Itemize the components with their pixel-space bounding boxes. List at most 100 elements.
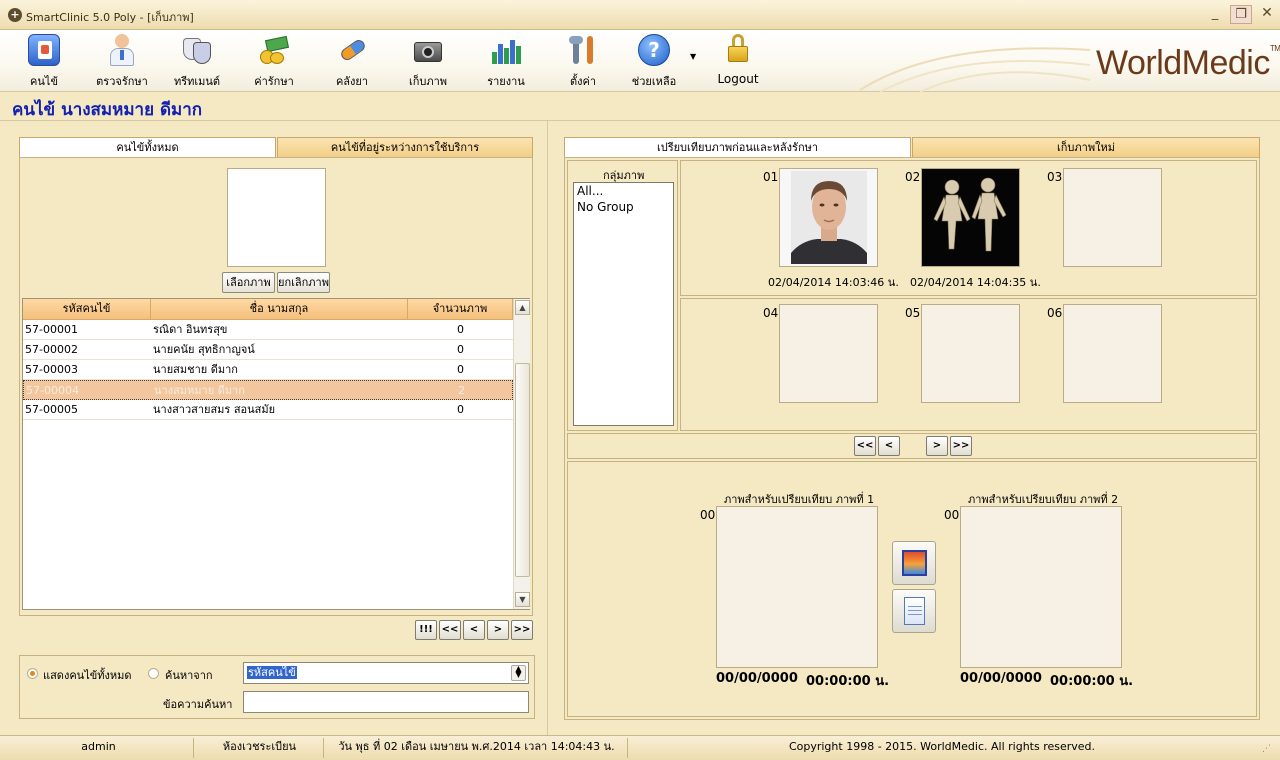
search-text-label: ข้อความค้นหา	[163, 698, 233, 711]
photo-last-button[interactable]: >>	[950, 436, 972, 456]
column-header-photo-count[interactable]: จำนวนภาพ	[408, 299, 513, 320]
toolbar-settings-button[interactable]: ตั้งค่า	[551, 34, 615, 90]
patient-photo	[227, 168, 326, 267]
last-page-button[interactable]: >>	[511, 620, 533, 640]
table-row[interactable]: 57-00003 นายสมชาย ดีมาก 0	[23, 360, 513, 380]
first-page-button[interactable]: <<	[439, 620, 461, 640]
tab-active-patients[interactable]: คนไข้ที่อยู่ระหว่างการใช้บริการ	[277, 137, 533, 157]
compare-1-number: 00	[700, 508, 716, 522]
toolbar-pharmacy-label: คลังยา	[335, 75, 369, 88]
cancel-photo-button[interactable]: ยกเลิกภาพ	[277, 272, 330, 293]
photo-prev-button[interactable]: <	[878, 436, 900, 456]
photo-02-timestamp: 02/04/2014 14:04:35 น.	[910, 276, 1041, 289]
photo-01-timestamp: 02/04/2014 14:03:46 น.	[768, 276, 899, 289]
group-item-all[interactable]: All...	[574, 183, 673, 199]
help-icon: ?	[638, 34, 670, 66]
compare-report-button[interactable]	[892, 589, 936, 633]
photo-slot-04[interactable]	[779, 304, 878, 403]
toolbar-photo-button[interactable]: เก็บภาพ	[396, 34, 460, 90]
patient-id-cell: 57-00005	[25, 403, 78, 416]
treatment-mask-icon	[181, 34, 213, 66]
column-header-name[interactable]: ชื่อ นามสกุล	[151, 299, 408, 320]
toolbar-help-button[interactable]: ? ช่วยเหลือ	[622, 34, 686, 90]
close-button[interactable]: ✕	[1256, 5, 1278, 24]
portrait-thumbnail	[791, 171, 867, 264]
column-header-patient-id[interactable]: รหัสคนไข้	[23, 299, 151, 320]
select-photo-button[interactable]: เลือกภาพ	[222, 272, 275, 293]
slot-number: 03	[1047, 170, 1063, 184]
photo-first-button[interactable]: <<	[854, 436, 876, 456]
scroll-down-icon[interactable]: ▼	[515, 592, 530, 607]
table-row[interactable]: 57-00002 นายคนัย สุทธิกาญจน์ 0	[23, 340, 513, 360]
restore-button[interactable]: ❐	[1230, 5, 1252, 24]
photo-nav-bar	[567, 433, 1257, 459]
search-text-input[interactable]	[243, 691, 529, 713]
toolbar-examine-button[interactable]: ตรวจรักษา	[90, 34, 154, 90]
tab-compare-photos[interactable]: เปรียบเทียบภาพก่อนและหลังรักษา	[564, 137, 911, 157]
search-field-select[interactable]: รหัสคนไข้ ▲ ▼	[243, 662, 529, 684]
camera-icon	[412, 34, 444, 66]
scroll-up-icon[interactable]: ▲	[515, 300, 530, 315]
toolbar-report-button[interactable]: รายงาน	[474, 34, 538, 90]
photo-slot-05[interactable]	[921, 304, 1020, 403]
scroll-thumb[interactable]	[515, 363, 530, 577]
toolbar-logout-button[interactable]: Logout	[706, 34, 770, 86]
photo-count-cell: 0	[457, 403, 464, 416]
bar-chart-icon	[490, 34, 522, 66]
compare-image-icon	[902, 550, 927, 576]
window-title: SmartClinic 5.0 Poly - [เก็บภาพ]	[26, 11, 194, 24]
patient-table: รหัสคนไข้ ชื่อ นามสกุล จำนวนภาพ 57-00001…	[22, 298, 530, 610]
panel-divider	[547, 121, 548, 735]
refresh-list-button[interactable]: !!!	[415, 620, 437, 640]
brand-swirl-decoration	[860, 47, 1090, 92]
minimize-button[interactable]: _	[1204, 5, 1226, 24]
photo-count-cell: 0	[457, 363, 464, 376]
patient-icon	[28, 34, 60, 66]
compare-photos-button[interactable]	[892, 541, 936, 585]
table-row[interactable]: 57-00005 นางสาวสายสมร สอนสมัย 0	[23, 400, 513, 420]
compare-1-time: 00:00:00 น.	[806, 674, 890, 689]
photo-next-button[interactable]: >	[926, 436, 948, 456]
document-icon	[904, 597, 925, 625]
toolbar-pharmacy-button[interactable]: คลังยา	[320, 34, 384, 90]
patient-name-cell: รณิดา อินทรสุข	[153, 323, 228, 336]
photo-count-cell: 0	[457, 323, 464, 336]
help-dropdown-arrow-icon[interactable]: ▼	[690, 52, 696, 61]
toolbar-patient-button[interactable]: คนไข้	[12, 34, 76, 90]
main-toolbar: คนไข้ ตรวจรักษา ทรีทเมนต์ ค่ารักษา คลังย…	[0, 30, 1280, 92]
photo-slot-02[interactable]	[921, 168, 1020, 267]
toolbar-report-label: รายงาน	[487, 75, 525, 88]
tab-all-patients[interactable]: คนไข้ทั้งหมด	[19, 137, 276, 157]
search-from-radio[interactable]	[148, 668, 159, 679]
show-all-radio[interactable]	[27, 668, 38, 679]
resize-grip-icon[interactable]: ⋰	[1262, 744, 1271, 754]
toolbar-treatment-button[interactable]: ทรีทเมนต์	[165, 34, 229, 90]
patient-name-cell: นายคนัย สุทธิกาญจน์	[153, 343, 255, 356]
prev-page-button[interactable]: <	[463, 620, 485, 640]
photo-slot-06[interactable]	[1063, 304, 1162, 403]
photo-slot-03[interactable]	[1063, 168, 1162, 267]
pill-icon	[336, 34, 368, 66]
photo-slot-01[interactable]	[779, 168, 878, 267]
table-scrollbar[interactable]: ▲ ▼	[513, 299, 530, 609]
tab-new-photo[interactable]: เก็บภาพใหม่	[912, 137, 1260, 157]
money-icon	[258, 34, 290, 66]
toolbar-photo-label: เก็บภาพ	[408, 75, 448, 88]
patient-id-cell: 57-00001	[25, 323, 78, 336]
select-dropdown-icon[interactable]: ▲ ▼	[511, 665, 526, 681]
toolbar-treatment-label: ทรีทเมนต์	[173, 75, 221, 88]
show-all-label: แสดงคนไข้ทั้งหมด	[43, 669, 132, 682]
slot-number: 05	[905, 306, 921, 320]
compare-photo-2[interactable]	[960, 506, 1122, 668]
table-row-selected[interactable]: 57-00004 นางสมหมาย ดีมาก 2	[23, 380, 513, 400]
slot-number: 01	[763, 170, 779, 184]
patient-id-cell: 57-00003	[25, 363, 78, 376]
table-row[interactable]: 57-00001 รณิดา อินทรสุข 0	[23, 320, 513, 340]
compare-photo-1[interactable]	[716, 506, 878, 668]
toolbar-fees-button[interactable]: ค่ารักษา	[242, 34, 306, 90]
group-item-no-group[interactable]: No Group	[574, 199, 673, 215]
heading-divider	[0, 120, 1280, 121]
group-list[interactable]: All... No Group	[573, 182, 674, 426]
toolbar-settings-label: ตั้งค่า	[569, 75, 597, 88]
next-page-button[interactable]: >	[487, 620, 509, 640]
